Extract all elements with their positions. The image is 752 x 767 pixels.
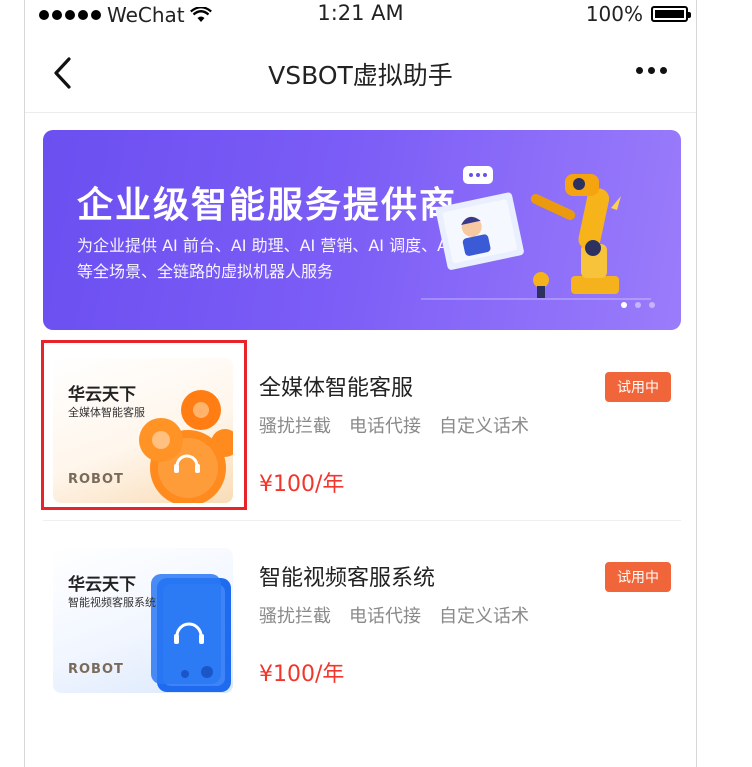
product-price: ¥100/年 bbox=[259, 472, 345, 497]
product-tag: 骚扰拦截 bbox=[259, 416, 331, 437]
product-title[interactable]: 智能视频客服系统 bbox=[259, 560, 435, 592]
more-button[interactable] bbox=[636, 60, 670, 80]
thumb-brand: 华云天下 bbox=[68, 575, 136, 595]
battery-percent: 100% bbox=[585, 2, 643, 26]
trial-badge[interactable]: 试用中 bbox=[605, 372, 671, 402]
product-thumbnail[interactable]: 华云天下 智能视频客服系统 ROBOT bbox=[53, 548, 233, 693]
page-title: VSBOT虚拟助手 bbox=[268, 61, 453, 90]
product-tags: 骚扰拦截 电话代接 自定义话术 bbox=[259, 602, 529, 628]
robot-arm-illustration bbox=[421, 166, 651, 300]
thumb-subtitle: 智能视频客服系统 bbox=[68, 596, 156, 609]
more-dots-icon bbox=[636, 66, 643, 74]
banner-pagination[interactable] bbox=[621, 302, 655, 308]
battery-icon bbox=[651, 6, 691, 22]
product-card[interactable]: 华云天下 全媒体智能客服 ROBOT 全媒体智能客服 骚扰拦截 电话代接 自定义… bbox=[41, 340, 681, 521]
product-tags: 骚扰拦截 电话代接 自定义话术 bbox=[259, 412, 529, 438]
banner-dot[interactable] bbox=[635, 302, 641, 308]
product-title[interactable]: 全媒体智能客服 bbox=[259, 370, 413, 402]
product-tag: 骚扰拦截 bbox=[259, 606, 331, 627]
banner-dot[interactable] bbox=[621, 302, 627, 308]
promo-banner[interactable]: 企业级智能服务提供商 为企业提供 AI 前台、AI 助理、AI 营销、AI 调度… bbox=[43, 130, 681, 330]
product-card[interactable]: 华云天下 智能视频客服系统 ROBOT 智能视频客服系统 骚扰拦截 电话代接 自… bbox=[43, 530, 681, 710]
product-tag: 自定义话术 bbox=[439, 416, 529, 437]
product-tag: 电话代接 bbox=[349, 606, 421, 627]
phone-frame: WeChat 1:21 AM 100% VSBOT虚拟助手 企业级智能服务提供商… bbox=[24, 0, 697, 767]
product-price: ¥100/年 bbox=[259, 662, 345, 687]
selection-highlight bbox=[41, 340, 247, 510]
status-bar: WeChat 1:21 AM 100% bbox=[25, 0, 696, 30]
banner-dot[interactable] bbox=[649, 302, 655, 308]
trial-badge[interactable]: 试用中 bbox=[605, 562, 671, 592]
status-right: 100% bbox=[585, 2, 691, 26]
thumb-robot-label: ROBOT bbox=[68, 662, 124, 677]
nav-bar: VSBOT虚拟助手 bbox=[25, 30, 696, 113]
product-tag: 电话代接 bbox=[349, 416, 421, 437]
banner-title: 企业级智能服务提供商 bbox=[77, 185, 458, 226]
product-tag: 自定义话术 bbox=[439, 606, 529, 627]
